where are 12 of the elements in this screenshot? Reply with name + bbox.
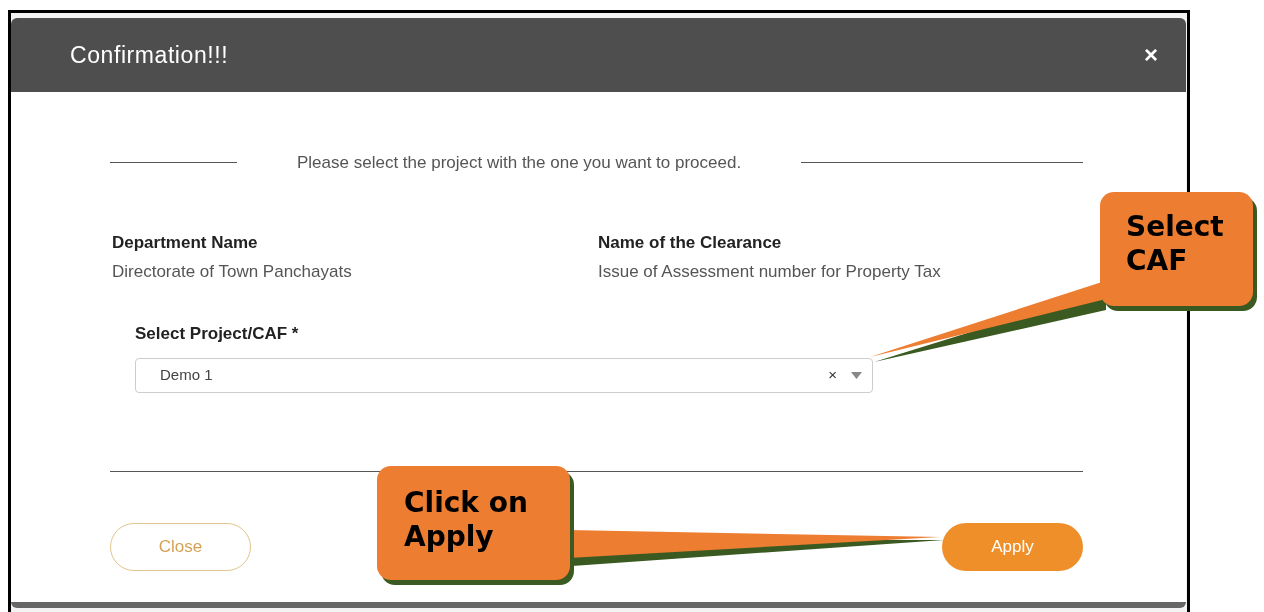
field-value: Directorate of Town Panchayats	[112, 261, 352, 283]
caret-icon	[851, 372, 862, 379]
select-value: Demo 1	[160, 365, 214, 386]
field-label: Name of the Clearance	[598, 231, 782, 254]
modal-title: Confirmation!!!	[70, 40, 229, 70]
field-label: Department Name	[112, 231, 258, 254]
clear-button[interactable]: ×	[828, 364, 837, 387]
close-button[interactable]: ×	[1144, 43, 1158, 67]
field-value: Issue of Assessment number for Property Tax	[598, 261, 941, 283]
instruction-text: Please select the project with the one you want to proceed.	[297, 152, 742, 174]
field-label: Select Project/CAF *	[135, 322, 300, 345]
project-select[interactable]: Demo 1 ×	[135, 358, 873, 393]
